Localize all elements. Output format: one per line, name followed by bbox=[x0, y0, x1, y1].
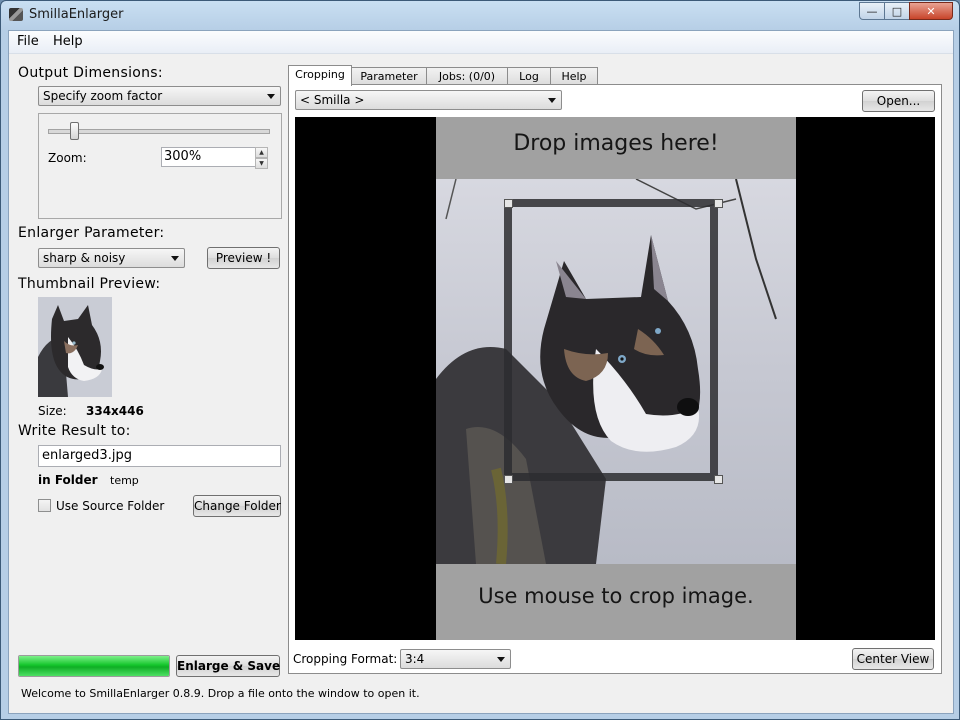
output-dimensions-title: Output Dimensions: bbox=[18, 65, 163, 81]
close-button[interactable]: ✕ bbox=[909, 2, 953, 20]
tab-parameter[interactable]: Parameter bbox=[351, 67, 427, 85]
in-folder-label: in Folder bbox=[38, 473, 98, 487]
crop-handle-bottom-left[interactable] bbox=[504, 475, 513, 484]
cropping-format-value: 3:4 bbox=[405, 652, 425, 666]
tab-cropping[interactable]: Cropping bbox=[288, 65, 352, 86]
zoom-input[interactable]: 300% bbox=[161, 147, 257, 167]
client-area: File Help Output Dimensions: Specify zoo… bbox=[8, 30, 954, 714]
app-icon bbox=[9, 8, 23, 21]
tab-jobs[interactable]: Jobs: (0/0) bbox=[426, 67, 508, 85]
menu-help[interactable]: Help bbox=[49, 34, 87, 49]
enlarge-save-button[interactable]: Enlarge & Save bbox=[176, 655, 280, 677]
crop-handle-top-right[interactable] bbox=[714, 199, 723, 208]
zoom-slider-thumb[interactable] bbox=[70, 122, 80, 140]
thumbnail-preview-title: Thumbnail Preview: bbox=[18, 276, 161, 292]
dog-thumbnail-icon bbox=[38, 297, 112, 397]
zoom-group: Zoom: 300% ▲ ▼ bbox=[38, 113, 282, 219]
source-select[interactable]: < Smilla > bbox=[295, 90, 562, 110]
status-bar-text: Welcome to SmillaEnlarger 0.8.9. Drop a … bbox=[21, 687, 420, 700]
chevron-down-icon bbox=[267, 94, 275, 99]
cropping-format-label: Cropping Format: bbox=[293, 652, 398, 666]
preview-button[interactable]: Preview ! bbox=[207, 247, 280, 269]
thumbnail-image bbox=[38, 297, 112, 397]
window-controls: — □ ✕ bbox=[859, 2, 953, 20]
spin-down-icon[interactable]: ▼ bbox=[255, 158, 268, 169]
dimension-mode-value: Specify zoom factor bbox=[43, 89, 163, 103]
minimize-button[interactable]: — bbox=[859, 2, 885, 20]
spin-up-icon[interactable]: ▲ bbox=[255, 147, 268, 158]
cropping-panel: < Smilla > Open... Drop images here! Use… bbox=[288, 84, 942, 674]
write-result-title: Write Result to: bbox=[18, 423, 131, 439]
zoom-label: Zoom: bbox=[48, 151, 87, 165]
filename-input[interactable]: enlarged3.jpg bbox=[38, 445, 281, 467]
folder-value: temp bbox=[110, 474, 139, 487]
preset-select[interactable]: sharp & noisy bbox=[38, 248, 185, 268]
zoom-spinner: ▲ ▼ bbox=[255, 147, 268, 169]
maximize-button[interactable]: □ bbox=[884, 2, 910, 20]
preset-value: sharp & noisy bbox=[43, 251, 126, 265]
cropping-format-select[interactable]: 3:4 bbox=[400, 649, 511, 669]
crop-canvas[interactable]: Drop images here! Use mouse to crop imag… bbox=[295, 117, 935, 640]
chevron-down-icon bbox=[171, 256, 179, 261]
source-select-value: < Smilla > bbox=[300, 93, 365, 107]
size-label: Size: bbox=[38, 404, 67, 418]
progress-fill bbox=[19, 656, 169, 676]
use-source-folder-label[interactable]: Use Source Folder bbox=[56, 499, 164, 513]
change-folder-button[interactable]: Change Folder bbox=[193, 495, 281, 517]
image-drop-area[interactable]: Drop images here! Use mouse to crop imag… bbox=[436, 117, 796, 640]
menu-file[interactable]: File bbox=[13, 34, 43, 49]
center-view-button[interactable]: Center View bbox=[852, 648, 934, 670]
open-button[interactable]: Open... bbox=[862, 90, 935, 112]
minimize-icon: — bbox=[866, 4, 878, 18]
zoom-slider-track[interactable] bbox=[48, 129, 270, 134]
crop-handle-bottom-right[interactable] bbox=[714, 475, 723, 484]
tab-help[interactable]: Help bbox=[550, 67, 598, 85]
title-bar[interactable]: SmillaEnlarger — □ ✕ bbox=[1, 1, 959, 29]
drop-images-hint: Drop images here! bbox=[513, 131, 719, 156]
chevron-down-icon bbox=[497, 657, 505, 662]
dimension-mode-select[interactable]: Specify zoom factor bbox=[38, 86, 281, 106]
app-window: SmillaEnlarger — □ ✕ File Help Output Di… bbox=[0, 0, 960, 720]
maximize-icon: □ bbox=[891, 4, 903, 18]
progress-bar bbox=[18, 655, 170, 677]
crop-handle-top-left[interactable] bbox=[504, 199, 513, 208]
tab-log[interactable]: Log bbox=[507, 67, 551, 85]
chevron-down-icon bbox=[548, 98, 556, 103]
close-icon: ✕ bbox=[926, 4, 936, 18]
window-title: SmillaEnlarger bbox=[29, 7, 124, 22]
crop-hint: Use mouse to crop image. bbox=[478, 584, 754, 608]
enlarger-parameter-title: Enlarger Parameter: bbox=[18, 225, 165, 241]
menu-bar: File Help bbox=[9, 31, 953, 54]
size-value: 334x446 bbox=[86, 404, 144, 418]
use-source-folder-checkbox[interactable] bbox=[38, 499, 51, 512]
crop-frame[interactable] bbox=[504, 199, 718, 481]
